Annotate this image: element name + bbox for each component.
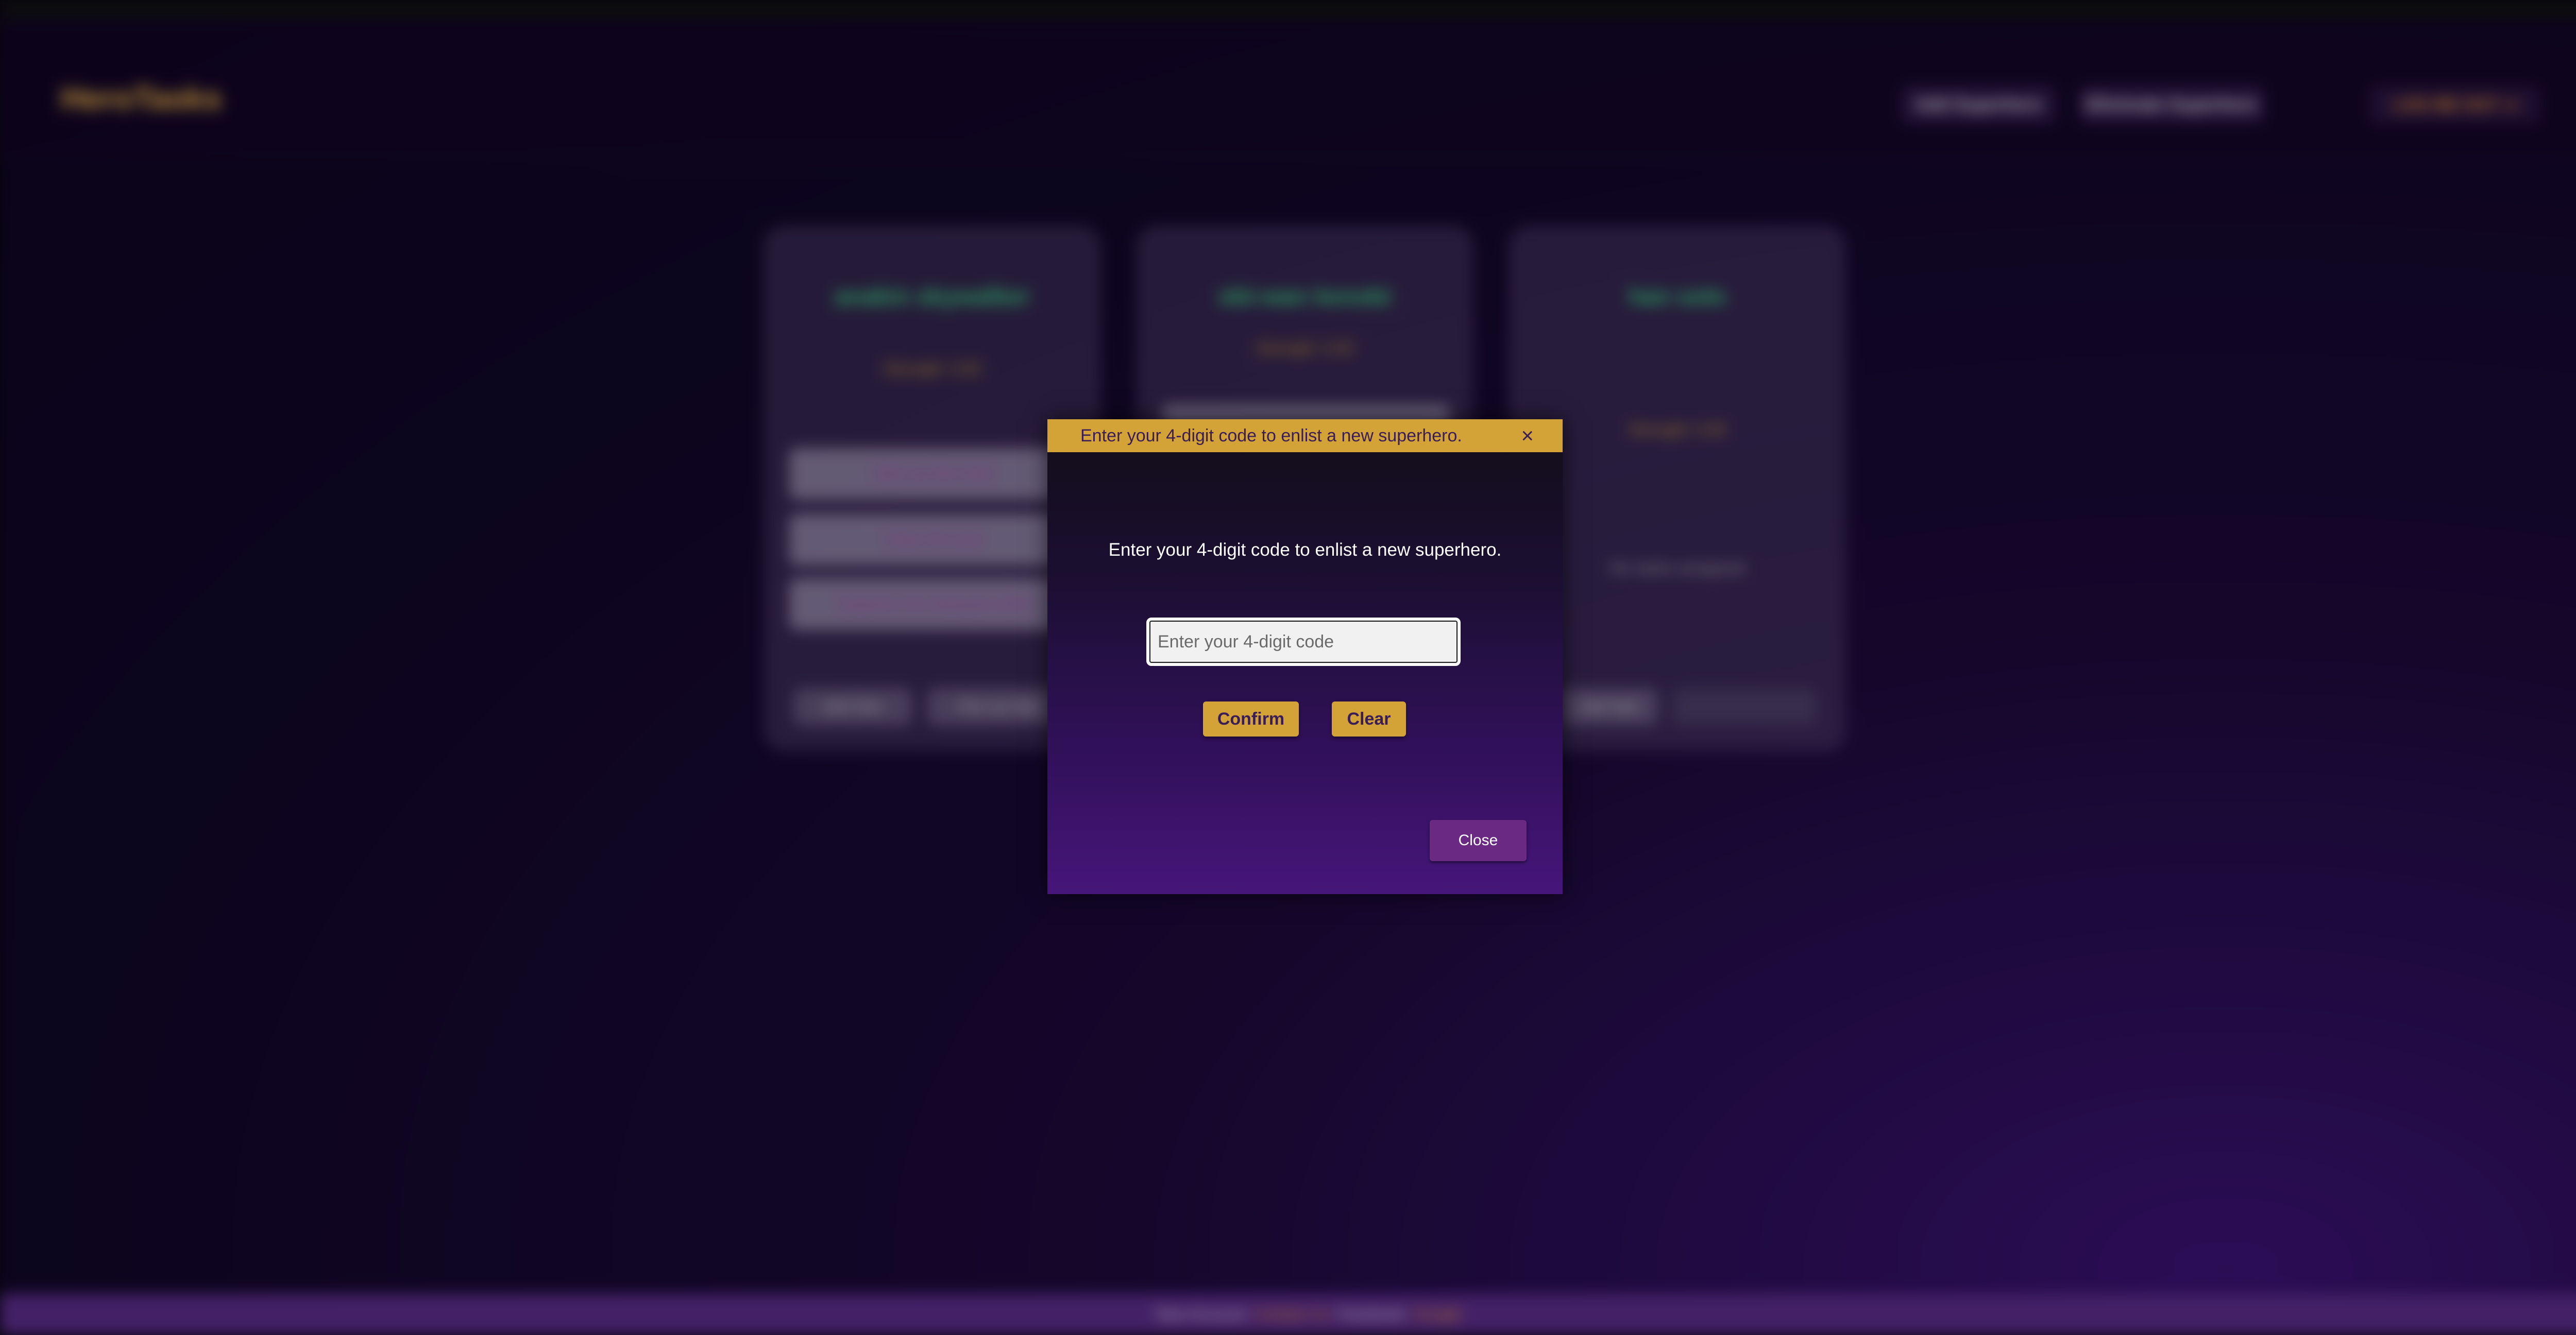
code-input[interactable] [1146,618,1461,666]
clear-button[interactable]: Clear [1332,701,1406,737]
modal-message: Enter your 4-digit code to enlist a new … [1108,540,1502,560]
modal-title: Enter your 4-digit code to enlist a new … [1080,425,1462,446]
close-icon[interactable]: × [1521,422,1534,449]
close-button[interactable]: Close [1430,820,1527,861]
confirm-button[interactable]: Confirm [1203,701,1299,737]
modal-header: Enter your 4-digit code to enlist a new … [1047,419,1563,452]
enlist-superhero-modal: Enter your 4-digit code to enlist a new … [1047,419,1563,894]
